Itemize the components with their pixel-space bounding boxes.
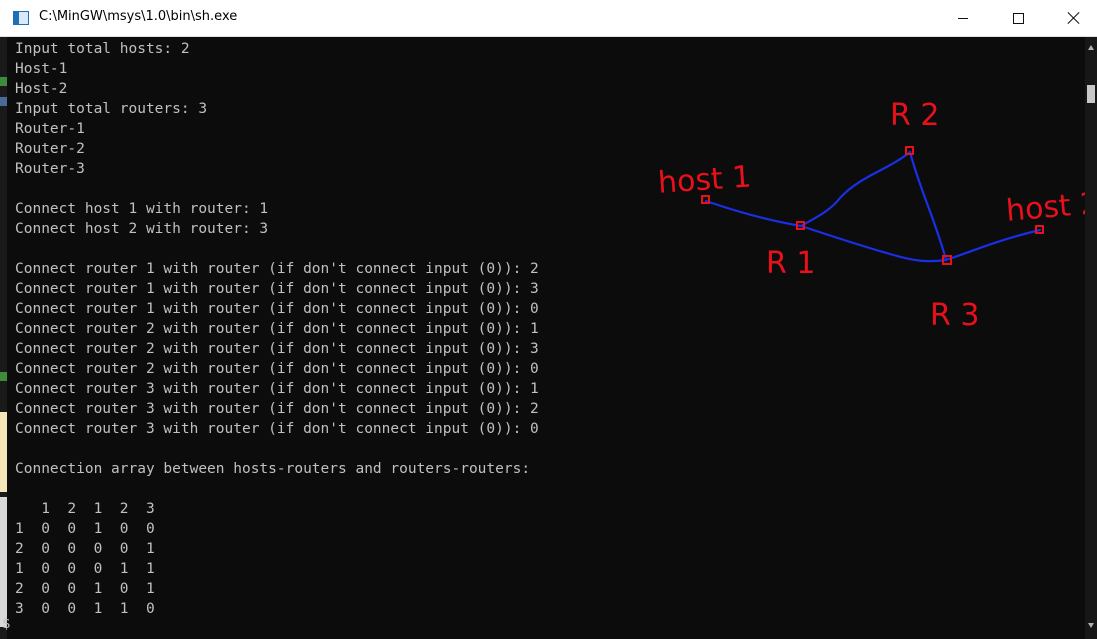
close-button[interactable]	[1051, 0, 1097, 36]
maximize-button[interactable]	[995, 0, 1041, 36]
terminal-line: Connection array between hosts-routers a…	[15, 461, 531, 477]
terminal-line: Input total hosts: 2	[15, 41, 190, 57]
network-topology-sketch: host 1 R 2 host 2 R 1 R 3	[657, 98, 1085, 333]
window-title: C:\MinGW\msys\1.0\bin\sh.exe	[39, 9, 238, 24]
background-fragment	[0, 77, 7, 86]
terminal-line: Connect router 2 with router (if don't c…	[15, 361, 539, 377]
terminal-line: Host-1	[15, 61, 68, 77]
title-bar[interactable]: C:\MinGW\msys\1.0\bin\sh.exe	[0, 0, 1097, 37]
minimize-button[interactable]	[940, 0, 986, 36]
link-r2-r3	[908, 150, 948, 262]
terminal-line: 1 2 1 2 3	[15, 501, 155, 517]
background-window-edge	[0, 37, 7, 639]
terminal-line: 2 0 0 1 0 1	[15, 581, 155, 597]
link-r3-host2	[944, 228, 1042, 262]
shell-prompt[interactable]: $	[2, 616, 10, 632]
vertical-scrollbar[interactable]	[1085, 37, 1097, 639]
minimize-icon	[958, 17, 968, 19]
terminal-line: 1 0 0 0 1 1	[15, 561, 155, 577]
terminal-line: Connect router 3 with router (if don't c…	[15, 421, 539, 437]
label-r3: R 3	[930, 298, 979, 333]
background-fragment	[0, 412, 7, 492]
scroll-down-arrow-icon[interactable]	[1088, 623, 1094, 628]
terminal-line: Connect router 3 with router (if don't c…	[15, 401, 539, 417]
background-fragment	[0, 97, 7, 106]
link-r1-r3	[799, 224, 948, 263]
label-host2: host 2	[1005, 186, 1085, 229]
label-host1: host 1	[657, 159, 753, 200]
link-r1-r2	[799, 150, 912, 228]
terminal-line: Connect router 3 with router (if don't c…	[15, 381, 539, 397]
label-r2: R 2	[890, 98, 939, 133]
background-fragment	[0, 497, 7, 627]
terminal-window: C:\MinGW\msys\1.0\bin\sh.exe Input total…	[0, 0, 1097, 639]
console-window-icon[interactable]	[13, 11, 29, 25]
terminal-line: 2 0 0 0 0 1	[15, 541, 155, 557]
scroll-thumb[interactable]	[1087, 85, 1095, 103]
background-fragment	[0, 372, 7, 381]
terminal-line: 3 0 0 1 1 0	[15, 601, 155, 617]
label-r1: R 1	[766, 246, 815, 281]
close-icon	[1068, 12, 1080, 24]
maximize-icon	[1012, 12, 1024, 24]
terminal-line: 1 0 0 1 0 0	[15, 521, 155, 537]
link-host1-r1	[704, 199, 803, 228]
scroll-up-arrow-icon[interactable]	[1088, 45, 1094, 50]
